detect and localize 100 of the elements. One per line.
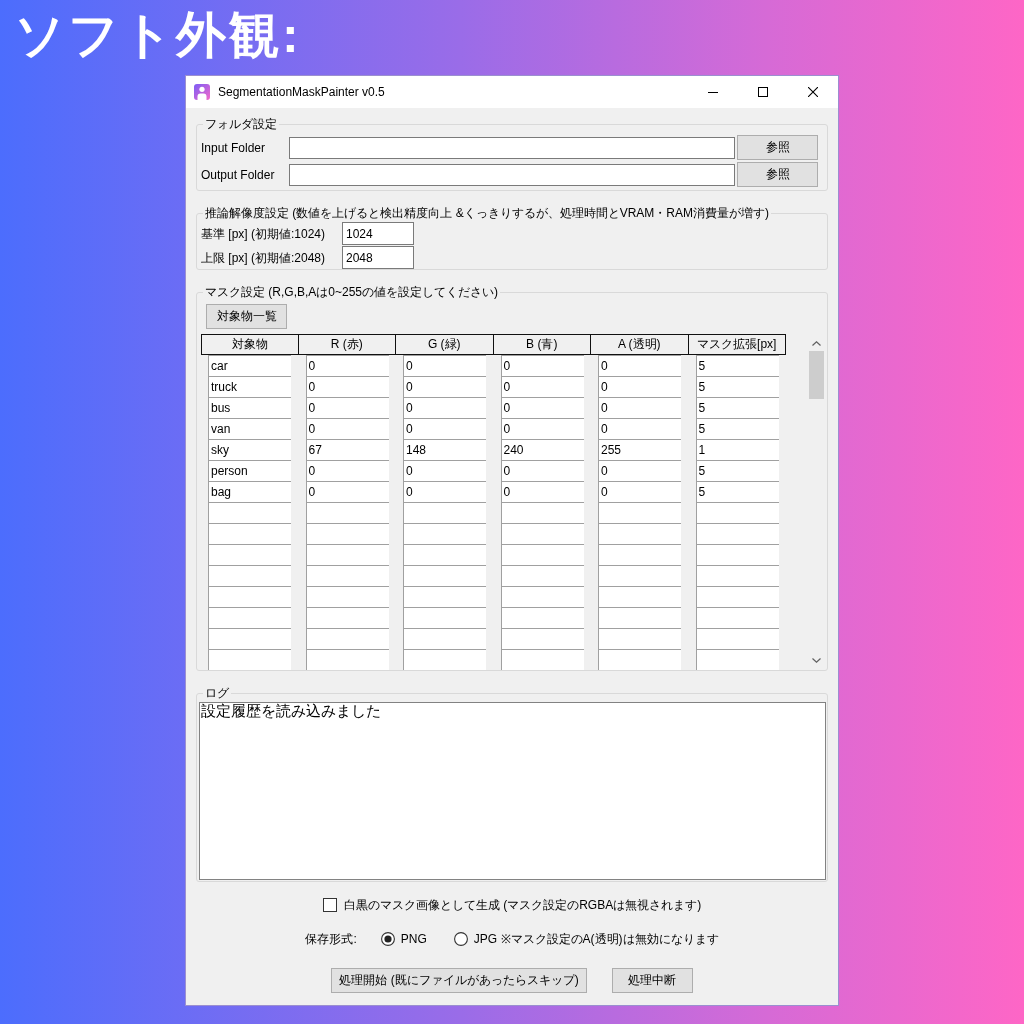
object-list-button[interactable]: 対象物一覧 (206, 304, 287, 329)
table-cell-field[interactable]: 0 (500, 460, 584, 481)
folder-path-field[interactable] (289, 136, 735, 159)
table-cell-field[interactable]: 0 (403, 418, 486, 439)
table-cell-field[interactable]: sky (208, 439, 291, 460)
table-cell-field[interactable] (403, 628, 486, 649)
table-cell-field[interactable] (598, 649, 681, 670)
table-cell-field[interactable] (598, 544, 681, 565)
table-cell-field[interactable]: 5 (695, 376, 779, 397)
scroll-up-icon[interactable] (811, 341, 821, 346)
table-cell-field[interactable] (208, 502, 291, 523)
table-cell-field[interactable] (403, 565, 486, 586)
table-cell-field[interactable] (305, 649, 389, 670)
table-cell-field[interactable] (598, 628, 681, 649)
table-cell-field[interactable] (305, 544, 389, 565)
table-cell-field[interactable]: bus (208, 397, 291, 418)
table-cell-field[interactable]: 5 (695, 481, 779, 502)
table-cell-field[interactable] (305, 565, 389, 586)
table-cell-field[interactable]: 5 (695, 355, 779, 376)
checkbox[interactable] (322, 898, 337, 912)
table-cell-field[interactable] (695, 649, 779, 670)
table-cell-field[interactable] (403, 523, 486, 544)
log-text-area[interactable]: 設定履歴を読み込みました (199, 702, 826, 880)
scroll-down-icon[interactable] (811, 658, 821, 663)
table-cell-field[interactable]: 5 (695, 460, 779, 481)
table-cell-field[interactable] (305, 607, 389, 628)
scrollbar-thumb[interactable] (808, 351, 824, 399)
table-cell-field[interactable] (500, 544, 584, 565)
table-cell-field[interactable]: car (208, 355, 291, 376)
table-cell-field[interactable]: 0 (598, 481, 681, 502)
table-cell-field[interactable]: 1 (695, 439, 779, 460)
folder-path-field[interactable] (289, 163, 735, 186)
radio-button[interactable] (453, 932, 468, 946)
radio-button[interactable] (380, 932, 395, 946)
table-cell-field[interactable]: 0 (598, 355, 681, 376)
table-cell-field[interactable] (305, 502, 389, 523)
table-cell-field[interactable] (403, 607, 486, 628)
table-cell-field[interactable] (208, 565, 291, 586)
table-cell-field[interactable]: 0 (305, 418, 389, 439)
table-cell-field[interactable]: 0 (598, 376, 681, 397)
table-cell-field[interactable]: 0 (598, 418, 681, 439)
table-cell-field[interactable]: 0 (598, 397, 681, 418)
table-cell-field[interactable]: 5 (695, 397, 779, 418)
table-cell-field[interactable] (598, 565, 681, 586)
browse-button[interactable]: 参照 (737, 162, 818, 187)
table-cell-field[interactable]: 255 (598, 439, 681, 460)
table-cell-field[interactable] (403, 649, 486, 670)
maximize-icon[interactable] (758, 87, 768, 97)
table-cell-field[interactable]: 0 (403, 481, 486, 502)
table-cell-field[interactable]: 0 (305, 397, 389, 418)
table-cell-field[interactable]: van (208, 418, 291, 439)
table-cell-field[interactable]: 0 (305, 355, 389, 376)
table-cell-field[interactable] (305, 586, 389, 607)
table-cell-field[interactable] (695, 502, 779, 523)
table-cell-field[interactable]: 0 (500, 397, 584, 418)
table-cell-field[interactable]: 148 (403, 439, 486, 460)
table-cell-field[interactable]: 0 (403, 376, 486, 397)
table-cell-field[interactable] (500, 628, 584, 649)
resolution-field[interactable]: 2048 (342, 246, 414, 269)
table-cell-field[interactable]: truck (208, 376, 291, 397)
table-cell-field[interactable] (695, 586, 779, 607)
table-cell-field[interactable] (208, 544, 291, 565)
table-cell-field[interactable] (208, 586, 291, 607)
table-cell-field[interactable] (208, 523, 291, 544)
table-cell-field[interactable]: 67 (305, 439, 389, 460)
table-cell-field[interactable]: bag (208, 481, 291, 502)
browse-button[interactable]: 参照 (737, 135, 818, 160)
table-cell-field[interactable]: 0 (305, 460, 389, 481)
table-cell-field[interactable] (305, 523, 389, 544)
table-cell-field[interactable] (598, 502, 681, 523)
table-cell-field[interactable] (208, 649, 291, 670)
table-cell-field[interactable]: 0 (403, 397, 486, 418)
table-cell-field[interactable]: 0 (305, 376, 389, 397)
table-cell-field[interactable] (695, 607, 779, 628)
table-cell-field[interactable] (403, 544, 486, 565)
table-cell-field[interactable] (500, 502, 584, 523)
table-cell-field[interactable] (695, 628, 779, 649)
table-cell-field[interactable]: 0 (500, 418, 584, 439)
table-cell-field[interactable] (695, 523, 779, 544)
table-cell-field[interactable] (500, 565, 584, 586)
close-icon[interactable] (808, 87, 818, 97)
table-cell-field[interactable]: 240 (500, 439, 584, 460)
table-cell-field[interactable]: 0 (500, 481, 584, 502)
table-cell-field[interactable] (208, 607, 291, 628)
table-cell-field[interactable] (305, 628, 389, 649)
resolution-field[interactable]: 1024 (342, 222, 414, 245)
stop-processing-button[interactable]: 処理中断 (611, 968, 693, 993)
table-cell-field[interactable] (598, 523, 681, 544)
table-cell-field[interactable] (598, 586, 681, 607)
table-cell-field[interactable] (500, 523, 584, 544)
table-cell-field[interactable] (695, 544, 779, 565)
table-cell-field[interactable]: 0 (598, 460, 681, 481)
table-cell-field[interactable]: 0 (403, 355, 486, 376)
start-processing-button[interactable]: 処理開始 (既にファイルがあったらスキップ) (331, 968, 587, 993)
table-cell-field[interactable] (403, 502, 486, 523)
table-cell-field[interactable]: 5 (695, 418, 779, 439)
table-cell-field[interactable] (695, 565, 779, 586)
table-cell-field[interactable] (598, 607, 681, 628)
table-cell-field[interactable]: 0 (305, 481, 389, 502)
table-cell-field[interactable]: 0 (500, 355, 584, 376)
